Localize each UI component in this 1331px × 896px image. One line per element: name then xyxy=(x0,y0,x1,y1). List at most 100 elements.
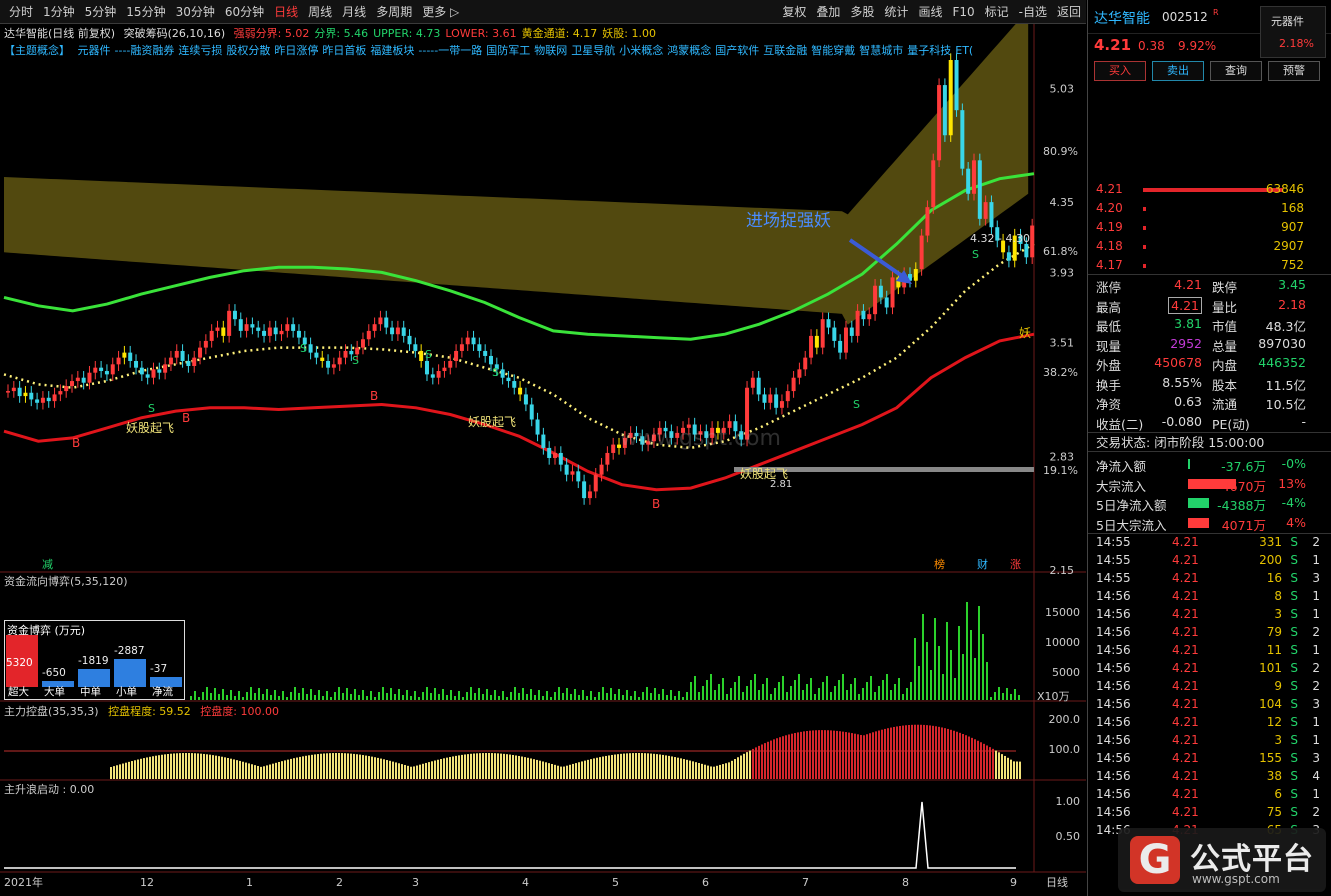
fund-panel-title[interactable]: 资金流向博弈(5,35,120) xyxy=(4,575,128,588)
control-bar-mark xyxy=(791,733,793,779)
concept-item-0[interactable]: 元器件 xyxy=(78,44,111,57)
concept-item-9[interactable]: 物联网 xyxy=(534,44,567,57)
control-bar-mark xyxy=(725,763,727,779)
action-button-1[interactable]: 卖出 xyxy=(1152,61,1204,81)
period-tab-6[interactable]: 日线 xyxy=(269,0,303,24)
control-bar-mark xyxy=(221,756,223,779)
x-tick-label: 2021年 xyxy=(4,875,43,889)
candle xyxy=(797,369,802,378)
indicator-name[interactable]: 突破筹码(26,10,16) xyxy=(124,27,226,40)
fund-label: 净流 xyxy=(152,686,173,698)
concept-item-3[interactable]: 股权分散 xyxy=(226,44,270,57)
sector-box[interactable]: 元器件 2.18% xyxy=(1260,6,1326,58)
toolbar-button-2[interactable]: 多股 xyxy=(845,0,879,24)
control-bar-mark xyxy=(830,730,832,779)
period-tab-7[interactable]: 周线 xyxy=(303,0,337,24)
concept-item-5[interactable]: 昨日首板 xyxy=(322,44,366,57)
toolbar-button-0[interactable]: 复权 xyxy=(777,0,811,24)
book-row: 4.20 168 xyxy=(1088,199,1331,218)
stats-row: 外盘 450678 内盘 446352 xyxy=(1088,353,1331,373)
book-qty: 168 xyxy=(1281,201,1304,215)
y-tick-label: 3.93 xyxy=(1050,266,1075,279)
period-tab-9[interactable]: 多周期 xyxy=(371,0,417,24)
concept-item-4[interactable]: 昨日涨停 xyxy=(274,44,318,57)
tick-direction: S xyxy=(1290,553,1298,567)
control-bar-mark xyxy=(590,759,592,779)
concept-item-13[interactable]: 国产软件 xyxy=(715,44,759,57)
control-bar-mark xyxy=(713,766,715,779)
fund-bar-mark xyxy=(762,684,764,700)
concept-item-10[interactable]: 卫星导航 xyxy=(571,44,615,57)
concept-item-12[interactable]: 鸿蒙概念 xyxy=(667,44,711,57)
toolbar-button-1[interactable]: 叠加 xyxy=(811,0,845,24)
toolbar-button-7[interactable]: -自选 xyxy=(1014,0,1052,24)
period-tab-10[interactable]: 更多 ▷ xyxy=(417,0,464,24)
concept-item-16[interactable]: 智慧城市 xyxy=(859,44,903,57)
fund-bar-mark xyxy=(654,688,656,700)
chart-annotation: 进场捉强妖 xyxy=(746,211,831,231)
fund-bar-mark xyxy=(842,674,844,700)
tick-volume: 3 xyxy=(1274,607,1282,621)
control-bar-mark xyxy=(719,764,721,779)
fund-bar-mark xyxy=(250,687,252,700)
control-bar-mark xyxy=(677,757,679,779)
concept-item-11[interactable]: 小米概念 xyxy=(619,44,663,57)
period-tab-1[interactable]: 1分钟 xyxy=(38,0,80,24)
action-button-3[interactable]: 预警 xyxy=(1268,61,1320,81)
concept-item-15[interactable]: 智能穿戴 xyxy=(811,44,855,57)
period-tab-8[interactable]: 月线 xyxy=(337,0,371,24)
action-button-2[interactable]: 查询 xyxy=(1210,61,1262,81)
fund-bar-mark xyxy=(562,693,564,700)
period-tab-5[interactable]: 60分钟 xyxy=(220,0,269,24)
flow-pct: 4% xyxy=(1286,514,1306,530)
control-bar-mark xyxy=(395,762,397,779)
indicator-value-4: 黄金通道: 4.17 xyxy=(521,27,598,40)
period-tab-4[interactable]: 30分钟 xyxy=(171,0,220,24)
candle xyxy=(81,377,86,383)
fund-bar-mark xyxy=(610,688,612,700)
candle xyxy=(134,360,139,368)
tick-row: 14:56 4.21 104 S 3 xyxy=(1088,696,1331,714)
toolbar-button-5[interactable]: F10 xyxy=(947,0,979,24)
concept-item-18[interactable]: ET( xyxy=(955,44,973,57)
stat-value: 2952 xyxy=(1170,335,1202,351)
candle xyxy=(838,340,843,353)
candle xyxy=(58,391,63,395)
control-bar-mark xyxy=(617,754,619,779)
control-degree: 控盘程度: 59.52 xyxy=(108,705,191,718)
control-panel-label: 主力控盘(35,35,3) 控盘程度: 59.52 控盘度: 100.00 xyxy=(4,705,285,719)
fund-bar-mark xyxy=(902,694,904,700)
concept-item-14[interactable]: 互联金融 xyxy=(763,44,807,57)
concept-item-17[interactable]: 量子科技 xyxy=(907,44,951,57)
fund-bar-mark xyxy=(558,687,560,700)
concept-item-2[interactable]: 连续亏损 xyxy=(178,44,222,57)
period-tab-0[interactable]: 分时 xyxy=(4,0,38,24)
tick-time: 14:56 xyxy=(1096,607,1131,621)
control-panel-title[interactable]: 主力控盘(35,35,3) xyxy=(4,705,99,718)
control-bar-mark xyxy=(572,763,574,779)
fund-bar-mark xyxy=(758,690,760,700)
toolbar-button-3[interactable]: 统计 xyxy=(879,0,913,24)
wave-panel-label: 主升浪启动 : 0.00 xyxy=(4,783,100,797)
control-bar-mark xyxy=(1013,761,1015,779)
concept-item-8[interactable]: 国防军工 xyxy=(486,44,530,57)
period-tab-2[interactable]: 5分钟 xyxy=(80,0,122,24)
toolbar-button-8[interactable]: 返回 xyxy=(1052,0,1086,24)
control-bar-mark xyxy=(950,729,952,779)
period-tab-3[interactable]: 15分钟 xyxy=(121,0,170,24)
toolbar-button-6[interactable]: 标记 xyxy=(980,0,1014,24)
concept-item-6[interactable]: 福建板块 xyxy=(370,44,414,57)
fund-bar-mark xyxy=(362,690,364,700)
wave-panel-title[interactable]: 主升浪启动 : 0.00 xyxy=(4,783,94,796)
fund-bar-mark xyxy=(986,662,988,700)
control-bar-mark xyxy=(368,756,370,779)
candle xyxy=(180,350,185,361)
concept-item-1[interactable]: ----融资融券 xyxy=(115,44,175,57)
control-bar-mark xyxy=(827,730,829,779)
control-bar-mark xyxy=(503,753,505,779)
concept-item-7[interactable]: -----一带一路 xyxy=(418,44,482,57)
tick-list[interactable]: 14:55 4.21 331 S 2 14:55 4.21 200 S 1 14:55 4.21 16 S… xyxy=(1088,533,1331,840)
toolbar-button-4[interactable]: 画线 xyxy=(913,0,947,24)
control-bar-mark xyxy=(230,758,232,779)
action-button-0[interactable]: 买入 xyxy=(1094,61,1146,81)
